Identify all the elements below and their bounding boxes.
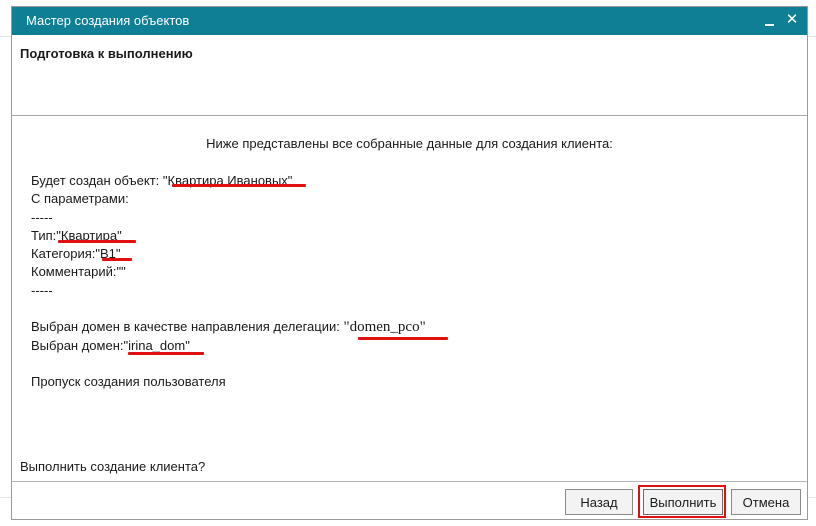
domain-label: Выбран домен: bbox=[31, 337, 124, 353]
back-button[interactable]: Назад bbox=[565, 489, 633, 515]
step-title: Подготовка к выполнению bbox=[20, 46, 193, 61]
type-value-underline bbox=[58, 240, 136, 243]
delegation-row: Выбран домен в качестве направления деле… bbox=[31, 318, 426, 336]
object-row: Будет создан объект: "Квартира Ивановых" bbox=[31, 172, 426, 190]
wizard-step-header: Подготовка к выполнению bbox=[12, 35, 807, 116]
category-row: Категория:"B1" bbox=[31, 245, 426, 263]
window-title: Мастер создания объектов bbox=[26, 13, 190, 28]
object-wizard-dialog: Мастер создания объектов ✕ Подготовка к … bbox=[11, 6, 808, 520]
category-value-underline bbox=[102, 258, 132, 261]
type-label: Тип: bbox=[31, 227, 57, 243]
delegation-label: Выбран домен в качестве направления деле… bbox=[31, 319, 344, 335]
separator-top: ----- bbox=[31, 209, 53, 225]
comment-label: Комментарий: bbox=[31, 264, 117, 280]
footer-divider bbox=[12, 481, 807, 482]
comment-value: "" bbox=[116, 264, 126, 280]
close-icon[interactable]: ✕ bbox=[783, 11, 801, 29]
minimize-icon[interactable] bbox=[761, 11, 779, 29]
separator-bottom: ----- bbox=[31, 282, 53, 298]
skip-user-text: Пропуск создания пользователя bbox=[31, 374, 226, 389]
domain-value-underline bbox=[128, 352, 204, 355]
params-label: С параметрами: bbox=[31, 191, 129, 207]
object-value-underline bbox=[172, 184, 306, 187]
summary-block: Будет создан объект: "Квартира Ивановых"… bbox=[31, 172, 426, 355]
domain-value: "irina_dom" bbox=[123, 337, 190, 353]
comment-row: Комментарий:"" bbox=[31, 263, 426, 281]
title-bar[interactable]: Мастер создания объектов ✕ bbox=[12, 7, 807, 35]
delegation-value-underline bbox=[358, 337, 448, 340]
run-button[interactable]: Выполнить bbox=[643, 489, 723, 515]
delegation-value: "domen_pco" bbox=[343, 319, 426, 336]
category-label: Категория: bbox=[31, 246, 96, 262]
confirm-question: Выполнить создание клиента? bbox=[20, 459, 206, 474]
intro-text: Ниже представлены все собранные данные д… bbox=[206, 136, 613, 151]
object-label: Будет создан объект: bbox=[31, 173, 163, 188]
cancel-button[interactable]: Отмена bbox=[731, 489, 801, 515]
